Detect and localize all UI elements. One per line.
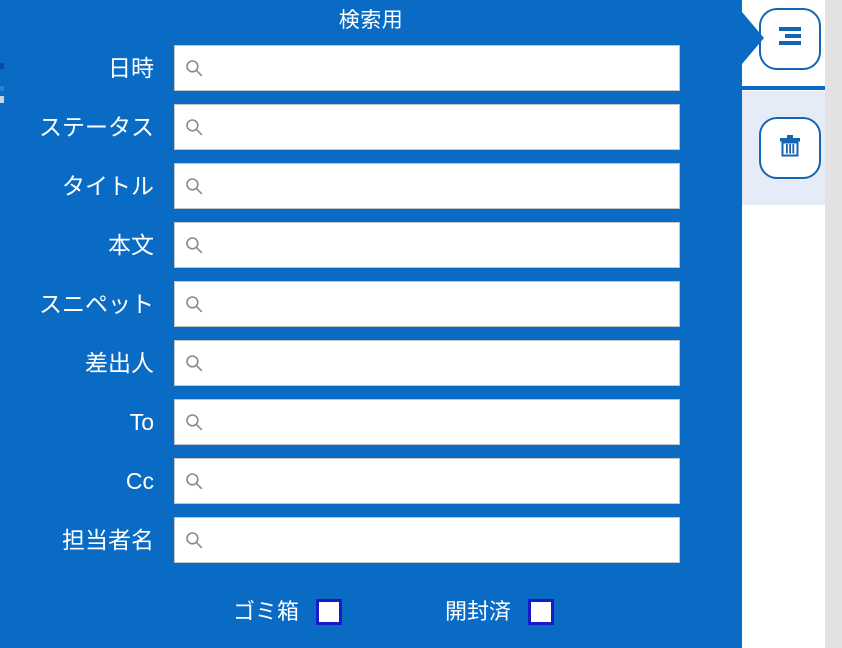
datetime-input[interactable]: [208, 46, 682, 92]
checkbox-group-trash[interactable]: ゴミ箱: [233, 598, 343, 626]
search-icon: [185, 295, 203, 313]
checkbox-label-trash: ゴミ箱: [233, 599, 300, 624]
rail-divider: [737, 86, 825, 90]
search-row-cc: Cc: [0, 458, 742, 505]
label-status: ステータス: [39, 114, 154, 140]
panel-title: 検索用: [338, 9, 404, 32]
panel-pointer-arrow: [742, 12, 764, 64]
search-panel: 検索用 日時ステータスタイトル本文スニペット差出人 To Cc 担当者名 ゴミ箱 開封済: [0, 0, 742, 648]
field-assignee[interactable]: [174, 517, 682, 564]
trash-button[interactable]: [759, 117, 821, 179]
search-icon: [185, 177, 203, 195]
search-icon: [185, 472, 203, 490]
search-row-body: 本文: [0, 222, 742, 269]
checkbox-group-opened[interactable]: 開封済: [445, 598, 555, 626]
search-row-sender: 差出人: [0, 340, 742, 387]
vertical-scrollbar[interactable]: [825, 0, 842, 648]
search-row-to: To: [0, 399, 742, 446]
search-form: 日時ステータスタイトル本文スニペット差出人 To Cc 担当者名: [0, 45, 742, 576]
label-body: 本文: [108, 232, 154, 258]
checkbox-label-opened: 開封済: [445, 599, 512, 624]
checkbox-opened[interactable]: [528, 599, 555, 625]
search-row-assignee: 担当者名: [0, 517, 742, 564]
assignee-input[interactable]: [208, 518, 682, 564]
snippet-input[interactable]: [208, 282, 682, 328]
sender-input[interactable]: [208, 341, 682, 387]
search-row-snippet: スニペット: [0, 281, 742, 328]
field-title[interactable]: [174, 163, 682, 210]
field-sender[interactable]: [174, 340, 682, 387]
label-snippet: スニペット: [39, 291, 154, 317]
search-row-status: ステータス: [0, 104, 742, 151]
search-icon: [185, 118, 203, 136]
align-right-icon: [775, 25, 805, 54]
field-cc[interactable]: [174, 458, 682, 505]
status-input[interactable]: [208, 105, 682, 151]
field-datetime[interactable]: [174, 45, 682, 92]
search-row-title: タイトル: [0, 163, 742, 210]
search-icon: [185, 413, 203, 431]
checkbox-trash[interactable]: [316, 599, 343, 625]
field-to[interactable]: [174, 399, 682, 446]
search-icon: [185, 59, 203, 77]
label-assignee: 担当者名: [62, 527, 154, 553]
menu-button[interactable]: [759, 8, 821, 70]
search-row-datetime: 日時: [0, 45, 742, 92]
checkbox-strip: ゴミ箱 開封済: [0, 592, 742, 632]
label-sender: 差出人: [85, 350, 154, 376]
field-body[interactable]: [174, 222, 682, 269]
field-snippet[interactable]: [174, 281, 682, 328]
cc-input[interactable]: [208, 459, 682, 505]
body-input[interactable]: [208, 223, 682, 269]
search-icon: [185, 354, 203, 372]
field-status[interactable]: [174, 104, 682, 151]
label-to: To: [129, 409, 154, 435]
to-input[interactable]: [208, 400, 682, 446]
search-icon: [185, 531, 203, 549]
search-icon: [185, 236, 203, 254]
label-title: タイトル: [62, 173, 154, 199]
label-cc: Cc: [125, 468, 154, 494]
trash-icon: [776, 132, 804, 165]
title-input[interactable]: [208, 164, 682, 210]
label-datetime: 日時: [108, 55, 154, 81]
